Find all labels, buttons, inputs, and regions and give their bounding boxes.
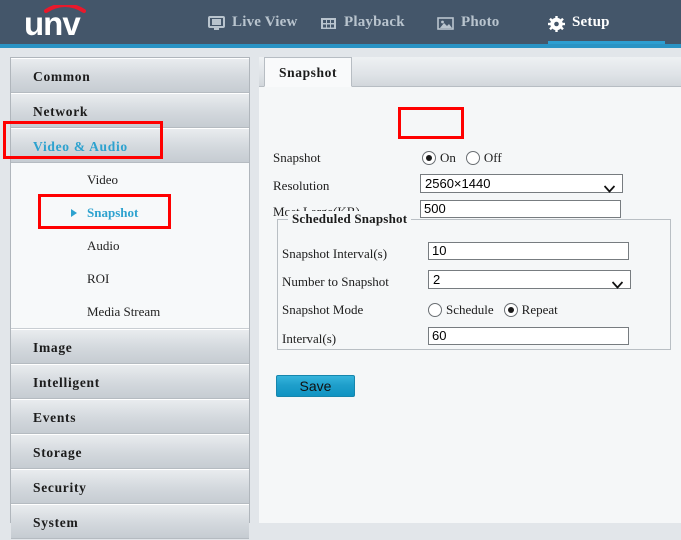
gear-icon <box>548 15 565 32</box>
chevron-down-icon <box>611 276 624 289</box>
resolution-select[interactable]: 2560×1440 <box>420 174 623 193</box>
row-snapshot-interval: Snapshot Interval(s) <box>282 243 387 265</box>
sidebar-item-video-label: Video <box>87 172 118 187</box>
nav-live-view[interactable]: Live View <box>208 0 298 44</box>
scheduled-snapshot-legend: Scheduled Snapshot <box>288 211 412 227</box>
sidebar-group-intelligent[interactable]: Intelligent <box>11 364 249 399</box>
row-snapshot-mode: Snapshot Mode <box>282 299 363 321</box>
sidebar-group-network[interactable]: Network <box>11 93 249 128</box>
sidebar-group-common[interactable]: Common <box>11 58 249 93</box>
radio-mode-schedule[interactable]: Schedule <box>428 302 494 318</box>
sidebar-item-video[interactable]: Video <box>11 163 249 196</box>
row-snapshot-toggle: Snapshot <box>273 147 321 169</box>
radio-mode-schedule-label: Schedule <box>446 302 494 317</box>
radio-snapshot-off[interactable]: Off <box>465 150 502 166</box>
sidebar-group-events-label: Events <box>33 410 77 425</box>
sidebar-item-media-stream[interactable]: Media Stream <box>11 295 249 328</box>
number-to-snapshot-value: 2 <box>433 272 441 287</box>
sidebar-group-video-audio-label: Video & Audio <box>33 139 128 154</box>
nav-setup-label: Setup <box>572 13 610 30</box>
sidebar-item-audio[interactable]: Audio <box>11 229 249 262</box>
resolution-label: Resolution <box>273 178 330 193</box>
sidebar-item-snapshot[interactable]: Snapshot <box>11 196 249 229</box>
sidebar-item-roi-label: ROI <box>87 271 110 286</box>
save-button-label: Save <box>299 378 332 394</box>
sidebar-group-image-label: Image <box>33 340 73 355</box>
sidebar-group-intelligent-label: Intelligent <box>33 375 100 390</box>
svg-text:unv: unv <box>24 5 81 41</box>
panel-body: Snapshot On Off Resolution 2560×1440 Mos… <box>259 88 681 523</box>
sidebar-group-common-label: Common <box>33 69 91 84</box>
picture-icon <box>437 16 454 31</box>
snapshot-radio-group: On Off <box>422 147 512 169</box>
tab-snapshot[interactable]: Snapshot <box>264 57 353 87</box>
snapshot-mode-label: Snapshot Mode <box>282 302 364 317</box>
snapshot-interval-label: Snapshot Interval(s) <box>282 246 388 261</box>
sidebar-subitems: Video Snapshot Audio ROI Media Stream <box>11 163 249 329</box>
radio-mode-repeat-label: Repeat <box>521 302 558 317</box>
radio-schedule-indicator <box>428 303 442 317</box>
unv-logo: unv <box>24 3 144 42</box>
sidebar-item-media-stream-label: Media Stream <box>87 304 161 319</box>
radio-snapshot-on[interactable]: On <box>422 150 456 166</box>
caret-right-icon <box>71 208 77 217</box>
nav-live-view-label: Live View <box>232 13 298 30</box>
repeat-interval-input[interactable] <box>428 327 629 345</box>
radio-off-indicator <box>465 151 480 165</box>
sidebar-group-system[interactable]: System <box>11 504 249 539</box>
radio-mode-repeat[interactable]: Repeat <box>503 302 558 318</box>
tab-snapshot-label: Snapshot <box>279 65 338 80</box>
sidebar-group-security[interactable]: Security <box>11 469 249 504</box>
row-repeat-interval: Interval(s) <box>282 328 336 350</box>
number-to-snapshot-select[interactable]: 2 <box>428 270 631 289</box>
save-button[interactable]: Save <box>276 375 355 397</box>
tab-strip: Snapshot <box>259 57 681 87</box>
film-strip-icon <box>320 16 337 31</box>
radio-snapshot-off-label: Off <box>483 150 502 165</box>
sidebar-item-snapshot-label: Snapshot <box>87 205 139 220</box>
header-accent-strip <box>0 44 681 48</box>
radio-on-indicator <box>422 151 436 165</box>
nav-playback[interactable]: Playback <box>320 0 405 44</box>
main-panel: Snapshot Snapshot On Off Resolution 2560… <box>259 57 681 523</box>
number-to-snapshot-label: Number to Snapshot <box>282 274 389 289</box>
radio-snapshot-on-label: On <box>440 150 456 165</box>
repeat-interval-label: Interval(s) <box>282 331 337 346</box>
sidebar-item-roi[interactable]: ROI <box>11 262 249 295</box>
snapshot-label: Snapshot <box>273 150 321 165</box>
sidebar-item-audio-label: Audio <box>87 238 120 253</box>
monitor-icon <box>208 15 225 31</box>
sidebar-group-storage-label: Storage <box>33 445 83 460</box>
resolution-select-value: 2560×1440 <box>425 176 491 191</box>
radio-repeat-indicator <box>503 303 518 317</box>
chevron-down-icon <box>603 180 616 193</box>
app-header: unv Live View Playback Photo Setup <box>0 0 681 48</box>
snapshot-mode-radio-group: Schedule Repeat <box>428 299 568 321</box>
sidebar-group-security-label: Security <box>33 480 87 495</box>
nav-setup[interactable]: Setup <box>548 0 610 44</box>
sidebar-group-events[interactable]: Events <box>11 399 249 434</box>
row-resolution: Resolution <box>273 175 329 197</box>
nav-playback-label: Playback <box>344 13 405 30</box>
sidebar-group-image[interactable]: Image <box>11 329 249 364</box>
row-number-to-snapshot: Number to Snapshot <box>282 271 389 293</box>
sidebar-group-storage[interactable]: Storage <box>11 434 249 469</box>
settings-sidebar: Common Network Video & Audio Video Snaps… <box>10 57 250 539</box>
sidebar-group-network-label: Network <box>33 104 89 119</box>
nav-photo-label: Photo <box>461 13 500 30</box>
most-large-input[interactable] <box>420 200 621 218</box>
snapshot-interval-input[interactable] <box>428 242 629 260</box>
sidebar-group-video-audio[interactable]: Video & Audio <box>11 128 249 163</box>
nav-photo[interactable]: Photo <box>437 0 500 44</box>
